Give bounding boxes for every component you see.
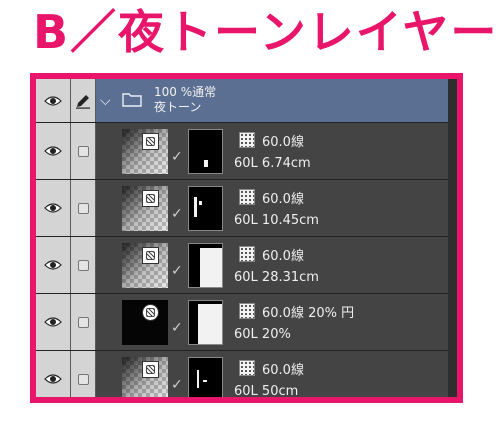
tone-layer-icon [142, 247, 159, 264]
edit-checkbox[interactable] [71, 237, 95, 293]
eye-icon[interactable] [36, 123, 70, 179]
tone-setting: 60.0線 [262, 249, 304, 264]
eye-icon[interactable] [36, 180, 70, 236]
tone-layer-icon [142, 304, 159, 321]
scrollbar[interactable] [448, 79, 457, 397]
layer-name: 60L 6.74cm [234, 156, 311, 171]
chevron-down-icon[interactable]: ⌵ [100, 93, 111, 109]
folder-icon [122, 92, 142, 107]
layer-name: 60L 20% [234, 327, 291, 342]
layer-row[interactable]: ✓ 60.0線 60L 6.74cm [36, 122, 457, 179]
pencil-icon[interactable] [71, 79, 95, 122]
halftone-pattern-icon [239, 132, 255, 148]
mask-link-icon: ✓ [171, 206, 183, 222]
eye-icon[interactable] [36, 79, 70, 122]
layer-mask-thumbnail [188, 243, 223, 288]
layer-mask-thumbnail [188, 300, 223, 345]
page-title: B／夜トーンレイヤー [33, 5, 499, 59]
layer-mask-thumbnail [188, 186, 223, 231]
halftone-pattern-icon [239, 189, 255, 205]
layer-mask-thumbnail [188, 357, 223, 397]
halftone-pattern-icon [239, 246, 255, 262]
layer-mask-thumbnail [188, 129, 223, 174]
layer-name: 60L 50cm [234, 384, 299, 399]
layer-panel: ⌵ 100 %通常 夜トーン ✓ 60.0線 60L 6.74cm ✓ 60.0… [36, 79, 457, 397]
layer-row[interactable]: ✓ 60.0線 60L 10.45cm [36, 179, 457, 236]
tone-setting: 60.0線 [262, 135, 304, 150]
edit-checkbox[interactable] [71, 123, 95, 179]
layer-panel-highlight-frame: ⌵ 100 %通常 夜トーン ✓ 60.0線 60L 6.74cm ✓ 60.0… [30, 73, 463, 403]
folder-opacity-blend: 100 %通常 [154, 85, 217, 99]
tone-layer-icon [142, 361, 159, 378]
tone-layer-icon [142, 133, 159, 150]
mask-link-icon: ✓ [171, 377, 183, 393]
layer-row[interactable]: ✓ 60.0線 60L 50cm [36, 350, 457, 399]
layer-row[interactable]: ✓ 60.0線 20% 円 60L 20% [36, 293, 457, 350]
mask-link-icon: ✓ [171, 320, 183, 336]
eye-icon[interactable] [36, 351, 70, 397]
eye-icon[interactable] [36, 237, 70, 293]
folder-info: 100 %通常 夜トーン [154, 85, 216, 115]
halftone-pattern-icon [239, 360, 255, 376]
mask-link-icon: ✓ [171, 263, 183, 279]
edit-checkbox[interactable] [71, 351, 95, 397]
mask-link-icon: ✓ [171, 149, 183, 165]
tone-setting: 60.0線 [262, 192, 304, 207]
layer-name: 60L 10.45cm [234, 213, 319, 228]
folder-name: 夜トーン [154, 100, 202, 114]
tone-setting: 60.0線 20% 円 [262, 306, 355, 321]
tone-setting: 60.0線 [262, 363, 304, 378]
folder-row-body[interactable] [96, 79, 457, 122]
eye-icon[interactable] [36, 294, 70, 350]
edit-checkbox[interactable] [71, 294, 95, 350]
folder-row[interactable]: ⌵ 100 %通常 夜トーン [36, 79, 457, 122]
halftone-pattern-icon [239, 303, 255, 319]
layer-name: 60L 28.31cm [234, 270, 319, 285]
edit-checkbox[interactable] [71, 180, 95, 236]
layer-row[interactable]: ✓ 60.0線 60L 28.31cm [36, 236, 457, 293]
tone-layer-icon [142, 190, 159, 207]
